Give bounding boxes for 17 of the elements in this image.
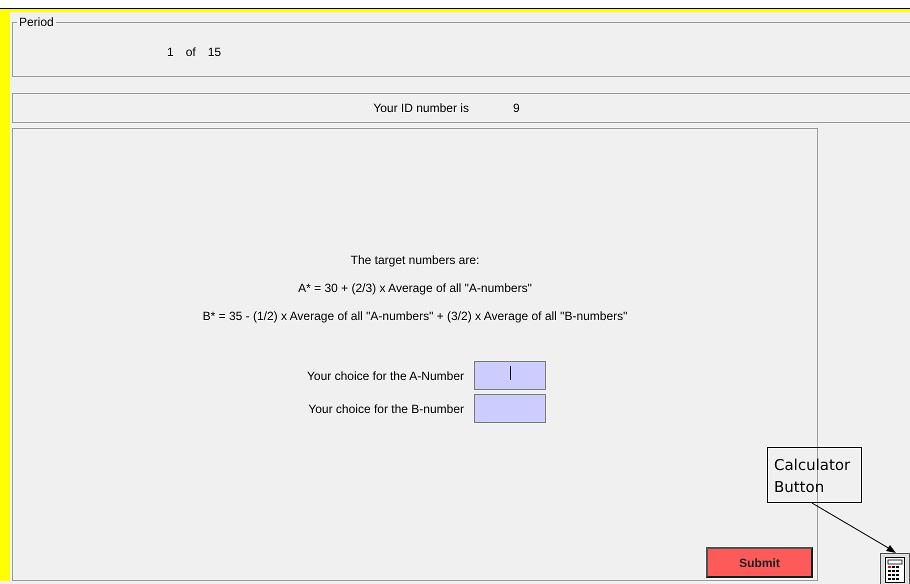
period-current: 1 [167,45,174,59]
formula-text: A* = 30 + (2/3) x Average of all "A-numbers" [298,281,532,295]
calculator-icon [885,557,905,583]
field-label: Your choice for the B-number [307,402,464,416]
calculator-button[interactable] [880,553,910,584]
input-field[interactable] [474,361,546,390]
period-of: of [186,45,196,59]
submit-button[interactable]: Submit [706,547,813,578]
period-legend: Period [17,15,56,29]
input-field[interactable] [474,394,546,423]
period-total: 15 [208,45,222,59]
id-value: 9 [512,101,520,115]
field-label: Your choice for the A-Number [306,368,464,382]
instructions-heading: The target numbers are: [350,253,480,267]
formula-text: B* = 35 - (1/2) x Average of all "A-numbers" + (3/2) x Average of all "B-numbers" [202,309,628,323]
id-label: Your ID number is [373,101,469,115]
callout-label: Calculator Button [767,447,862,503]
